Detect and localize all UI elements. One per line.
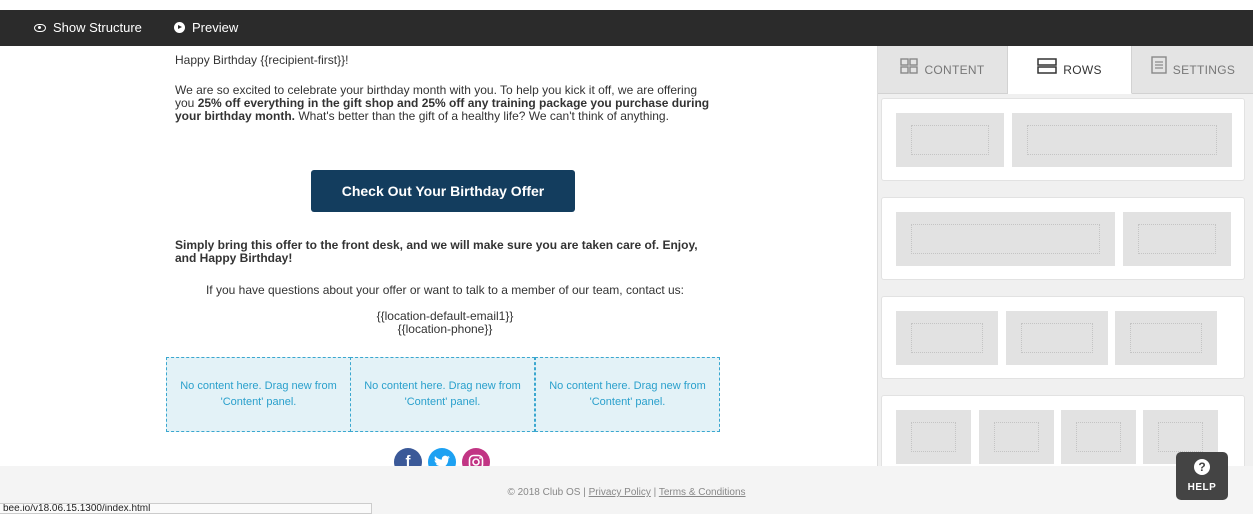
twitter-icon[interactable] (428, 448, 456, 466)
empty-column-placeholder[interactable]: No content here. Drag new from 'Content'… (166, 357, 351, 432)
row-layout-three-columns[interactable] (881, 296, 1245, 379)
birthday-offer-button[interactable]: Check Out Your Birthday Offer (311, 170, 575, 212)
email-canvas[interactable]: Happy Birthday {{recipient-first}}! We a… (0, 46, 877, 466)
help-button[interactable]: ? HELP (1176, 452, 1228, 500)
row-column-placeholder (896, 410, 971, 464)
terms-link[interactable]: Terms & Conditions (659, 487, 746, 498)
eye-icon (34, 23, 46, 32)
row-column-placeholder (1123, 212, 1231, 266)
row-column-placeholder (1061, 410, 1136, 464)
rows-icon (1037, 46, 1057, 94)
tab-settings[interactable]: SETTINGS (1132, 46, 1253, 94)
editor-toolbar: Show Structure Preview (0, 10, 1253, 46)
empty-column-placeholder[interactable]: No content here. Drag new from 'Content'… (350, 357, 535, 432)
intro-paragraph[interactable]: We are so excited to celebrate your birt… (175, 84, 715, 123)
play-icon (174, 22, 185, 34)
side-panel: CONTENT ROWS SETTINGS (877, 46, 1253, 466)
row-column-placeholder (979, 410, 1054, 464)
grid-icon (900, 46, 919, 94)
footer-separator: | (650, 487, 659, 498)
instagram-icon[interactable] (462, 448, 490, 466)
social-icons: f (394, 448, 494, 466)
show-structure-button[interactable]: Show Structure (34, 10, 142, 46)
help-label: HELP (1187, 482, 1217, 493)
tab-content-label: CONTENT (924, 63, 985, 77)
contact-block[interactable]: {{location-default-email1}} {{location-p… (175, 310, 715, 336)
row-layout-1-2[interactable] (881, 98, 1245, 181)
greeting-text[interactable]: Happy Birthday {{recipient-first}}! (175, 54, 348, 67)
tab-rows[interactable]: ROWS (1008, 46, 1132, 94)
show-structure-label: Show Structure (53, 20, 142, 35)
tab-content[interactable]: CONTENT (878, 46, 1008, 94)
row-column-placeholder (1006, 311, 1108, 365)
row-column-placeholder (896, 311, 998, 365)
row-column-placeholder (896, 113, 1004, 167)
panel-tabs: CONTENT ROWS SETTINGS (878, 46, 1253, 94)
bring-offer-text[interactable]: Simply bring this offer to the front des… (175, 239, 720, 265)
row-column-placeholder (1012, 113, 1232, 167)
empty-columns-row[interactable]: No content here. Drag new from 'Content'… (166, 357, 720, 432)
privacy-policy-link[interactable]: Privacy Policy (589, 487, 651, 498)
footer-text: © 2018 Club OS | Privacy Policy | Terms … (0, 487, 1253, 498)
phone-variable: {{location-phone}} (397, 322, 493, 336)
empty-column-placeholder[interactable]: No content here. Drag new from 'Content'… (535, 357, 720, 432)
tab-settings-label: SETTINGS (1172, 63, 1236, 77)
question-icon: ? (1194, 459, 1210, 475)
intro-text-2: What's better than the gift of a healthy… (295, 109, 669, 123)
copyright-text: © 2018 Club OS | (507, 487, 589, 498)
row-column-placeholder (896, 212, 1115, 266)
tab-rows-label: ROWS (1063, 63, 1102, 77)
row-column-placeholder (1115, 311, 1217, 365)
settings-doc-icon (1151, 46, 1167, 94)
questions-text[interactable]: If you have questions about your offer o… (175, 284, 715, 297)
browser-status-url: bee.io/v18.06.15.1300/index.html (0, 503, 372, 514)
preview-label: Preview (192, 20, 239, 35)
row-layout-2-1[interactable] (881, 197, 1245, 280)
preview-button[interactable]: Preview (174, 10, 238, 46)
facebook-icon[interactable]: f (394, 448, 422, 466)
